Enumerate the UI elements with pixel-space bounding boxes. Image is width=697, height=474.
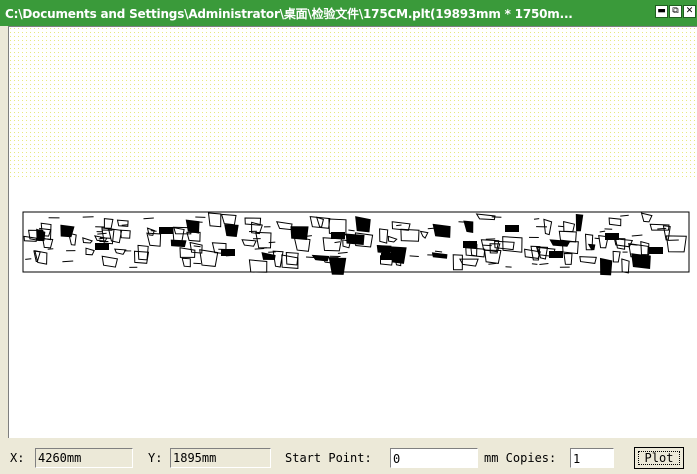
dot-grid-area [9, 27, 697, 177]
plot-button[interactable]: Plot [634, 447, 684, 469]
close-button[interactable]: ✕ [683, 5, 696, 18]
minimize-button[interactable]: ▬ [655, 5, 668, 18]
start-point-input[interactable] [390, 448, 478, 468]
minimize-icon: ▬ [657, 6, 666, 16]
copies-input[interactable] [570, 448, 614, 468]
start-point-label: Start Point: [285, 451, 372, 465]
plot-preview-window: C:\Documents and Settings\Administrator\… [0, 0, 697, 474]
y-coordinate-label: Y: [148, 451, 163, 465]
plot-canvas-svg [9, 27, 697, 276]
marker-layout[interactable] [22, 211, 690, 276]
x-coordinate-value: 4260mm [35, 448, 133, 468]
copies-label: mm Copies: [484, 451, 557, 465]
plot-button-label: Plot [638, 451, 680, 465]
title-bar[interactable]: C:\Documents and Settings\Administrator\… [0, 0, 697, 26]
window-title: C:\Documents and Settings\Administrator\… [5, 7, 573, 21]
y-coordinate-value: 1895mm [170, 448, 271, 468]
close-icon: ✕ [685, 6, 694, 16]
maximize-button[interactable]: ⧉ [669, 5, 682, 18]
plot-canvas[interactable] [8, 26, 697, 438]
maximize-icon: ⧉ [672, 6, 679, 16]
x-coordinate-label: X: [10, 451, 25, 465]
